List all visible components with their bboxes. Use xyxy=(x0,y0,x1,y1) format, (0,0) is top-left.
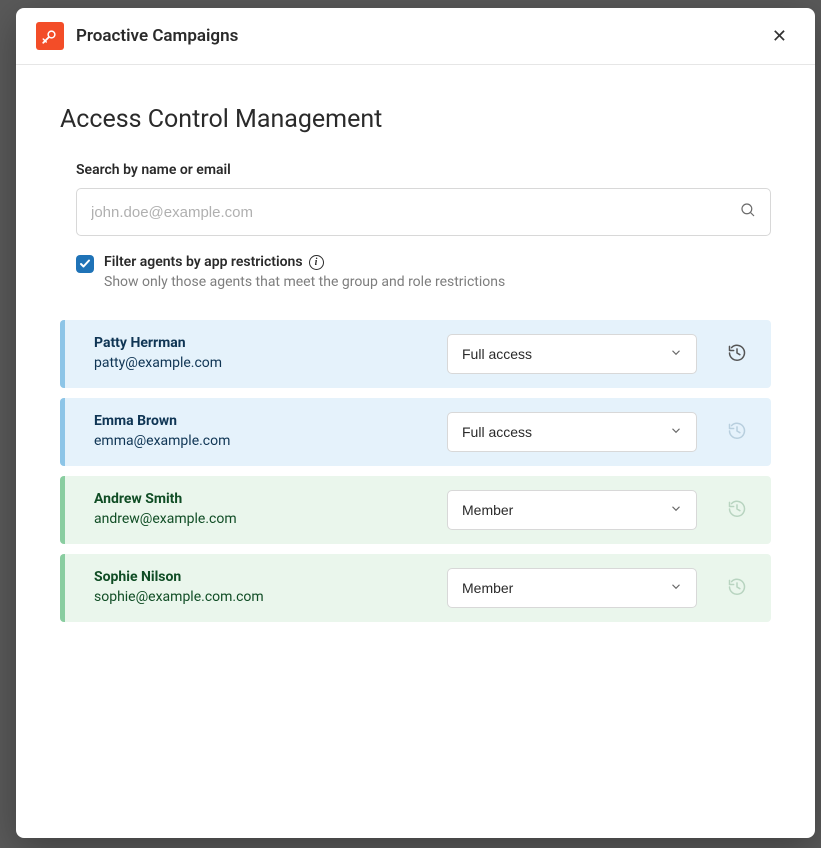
role-select-button[interactable]: Member xyxy=(447,568,697,608)
filter-text: Filter agents by app restrictions i Show… xyxy=(104,254,505,290)
history-button[interactable] xyxy=(721,493,753,528)
history-button[interactable] xyxy=(721,571,753,606)
search-icon xyxy=(739,201,757,223)
search-section: Search by name or email xyxy=(60,162,771,236)
user-name: Sophie Nilson xyxy=(94,568,447,588)
role-select[interactable]: Full access xyxy=(447,334,697,374)
user-row: Patty Herrmanpatty@example.com Full acces… xyxy=(60,320,771,388)
role-value: Full access xyxy=(462,346,532,362)
user-info: Patty Herrmanpatty@example.com xyxy=(94,334,447,373)
close-icon: ✕ xyxy=(772,26,787,46)
user-name: Andrew Smith xyxy=(94,490,447,510)
user-row: Andrew Smithandrew@example.com Member xyxy=(60,476,771,544)
filter-row: Filter agents by app restrictions i Show… xyxy=(60,254,771,290)
user-email: emma@example.com xyxy=(94,432,447,452)
access-control-modal: Proactive Campaigns ✕ Access Control Man… xyxy=(16,8,815,838)
history-button[interactable] xyxy=(721,337,753,372)
info-icon[interactable]: i xyxy=(309,255,324,270)
app-logo-icon xyxy=(36,22,64,50)
modal-header: Proactive Campaigns ✕ xyxy=(16,8,815,65)
search-wrap xyxy=(76,188,771,236)
role-value: Full access xyxy=(462,424,532,440)
history-icon xyxy=(727,577,747,600)
history-icon xyxy=(727,421,747,444)
user-row: Emma Brownemma@example.com Full access xyxy=(60,398,771,466)
user-email: patty@example.com xyxy=(94,354,447,374)
filter-checkbox[interactable] xyxy=(76,255,94,273)
modal-title: Proactive Campaigns xyxy=(76,26,764,46)
modal-body: Access Control Management Search by name… xyxy=(16,65,815,838)
role-select-button[interactable]: Full access xyxy=(447,412,697,452)
user-name: Emma Brown xyxy=(94,412,447,432)
user-row: Sophie Nilsonsophie@example.com.com Membe… xyxy=(60,554,771,622)
history-button[interactable] xyxy=(721,415,753,450)
history-icon xyxy=(727,499,747,522)
role-select[interactable]: Full access xyxy=(447,412,697,452)
filter-description: Show only those agents that meet the gro… xyxy=(104,274,505,290)
user-info: Andrew Smithandrew@example.com xyxy=(94,490,447,529)
user-list: Patty Herrmanpatty@example.com Full acces… xyxy=(60,320,771,622)
user-info: Emma Brownemma@example.com xyxy=(94,412,447,451)
role-select-button[interactable]: Full access xyxy=(447,334,697,374)
filter-label: Filter agents by app restrictions xyxy=(104,254,303,270)
role-select-button[interactable]: Member xyxy=(447,490,697,530)
role-value: Member xyxy=(462,502,513,518)
close-button[interactable]: ✕ xyxy=(764,23,795,49)
user-info: Sophie Nilsonsophie@example.com.com xyxy=(94,568,447,607)
user-name: Patty Herrman xyxy=(94,334,447,354)
role-select[interactable]: Member xyxy=(447,568,697,608)
user-email: andrew@example.com xyxy=(94,510,447,530)
page-title: Access Control Management xyxy=(60,105,771,134)
history-icon xyxy=(727,343,747,366)
role-select[interactable]: Member xyxy=(447,490,697,530)
search-input[interactable] xyxy=(76,188,771,236)
user-email: sophie@example.com.com xyxy=(94,588,447,608)
search-label: Search by name or email xyxy=(76,162,771,178)
role-value: Member xyxy=(462,580,513,596)
